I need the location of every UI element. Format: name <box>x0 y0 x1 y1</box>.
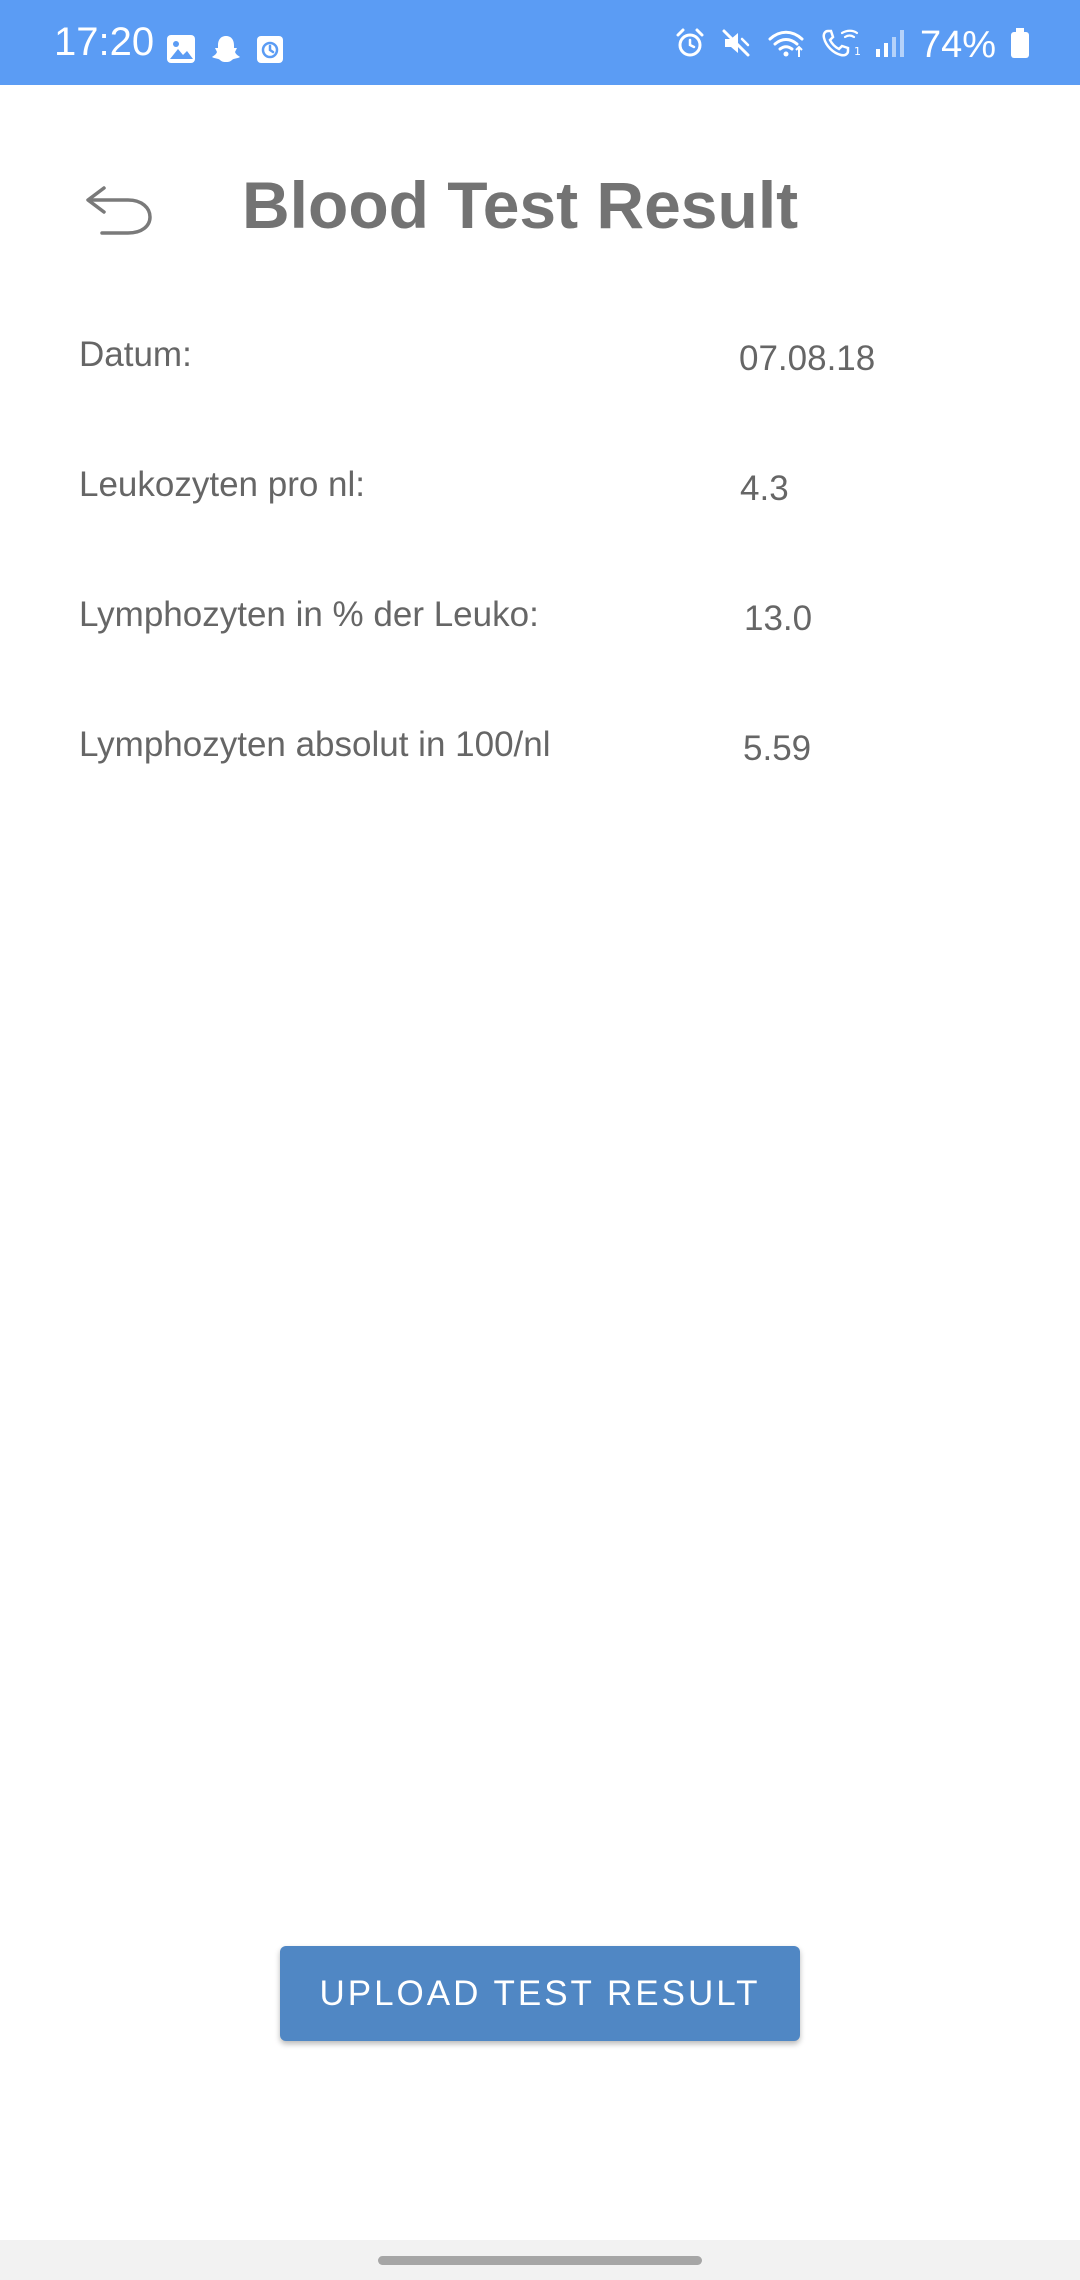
navigation-bar <box>0 2240 1080 2280</box>
back-arrow-icon[interactable] <box>82 170 160 240</box>
result-label-lymphozyten-absolut: Lymphozyten absolut in 100/nl <box>79 725 551 764</box>
status-notification-icons <box>166 34 284 69</box>
result-value-lymphozyten-percent: 13.0 <box>744 599 813 638</box>
mute-icon <box>720 27 752 64</box>
result-value-datum: 07.08.18 <box>739 339 876 378</box>
gallery-icon <box>166 34 196 69</box>
signal-icon <box>874 27 906 64</box>
result-value-lymphozyten-absolut: 5.59 <box>743 729 812 768</box>
status-bar: 17:20 1 74% <box>0 0 1080 85</box>
upload-test-result-button[interactable]: UPLOAD TEST RESULT <box>280 1946 800 2041</box>
home-indicator[interactable] <box>378 2256 702 2265</box>
wifi-icon <box>766 27 806 64</box>
battery-icon <box>1010 27 1030 64</box>
status-system-icons: 1 74% <box>674 26 1030 64</box>
calendar-icon <box>256 34 284 69</box>
wifi-call-icon: 1 <box>820 27 861 64</box>
snapchat-icon <box>210 34 242 69</box>
result-label-leukozyten: Leukozyten pro nl: <box>79 465 366 504</box>
svg-text:1: 1 <box>854 45 860 58</box>
result-label-lymphozyten-percent: Lymphozyten in % der Leuko: <box>79 595 539 634</box>
result-value-leukozyten: 4.3 <box>740 469 789 508</box>
page-title: Blood Test Result <box>242 168 799 242</box>
result-label-datum: Datum: <box>79 335 192 374</box>
alarm-icon <box>674 27 706 64</box>
battery-percent: 74% <box>919 24 996 66</box>
status-time: 17:20 <box>54 20 155 64</box>
